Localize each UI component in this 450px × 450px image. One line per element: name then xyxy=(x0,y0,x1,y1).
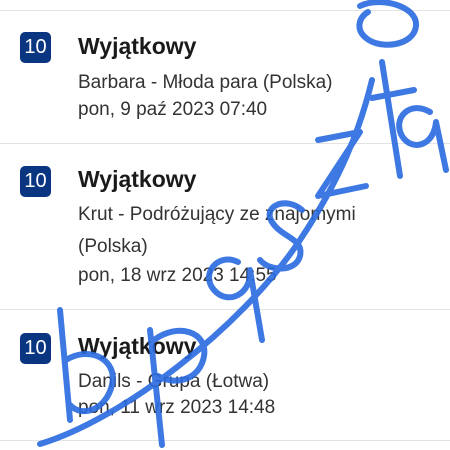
score-badge: 10 xyxy=(20,333,51,364)
score-badge: 10 xyxy=(20,32,51,63)
divider xyxy=(0,10,450,11)
reviewer-info: Barbara - Młoda para (Polska) xyxy=(78,72,333,93)
score-badge: 10 xyxy=(20,166,51,197)
divider xyxy=(0,143,450,144)
reviews-screen: 10 Wyjątkowy Barbara - Młoda para (Polsk… xyxy=(0,0,450,450)
score-label: Wyjątkowy xyxy=(78,33,197,59)
divider xyxy=(0,309,450,310)
reviewer-info: Danils - Grupa (Łotwa) xyxy=(78,371,270,392)
review-date: pon, 9 paź 2023 07:40 xyxy=(78,99,268,120)
divider xyxy=(0,440,450,441)
reviewer-info: Krut - Podróżujący ze znajomymi (Polska) xyxy=(78,204,356,257)
review-date: pon, 11 wrz 2023 14:48 xyxy=(78,397,276,418)
score-label: Wyjątkowy xyxy=(78,166,197,192)
review-date: pon, 18 wrz 2023 14:55 xyxy=(78,265,277,286)
score-label: Wyjątkowy xyxy=(78,333,197,359)
